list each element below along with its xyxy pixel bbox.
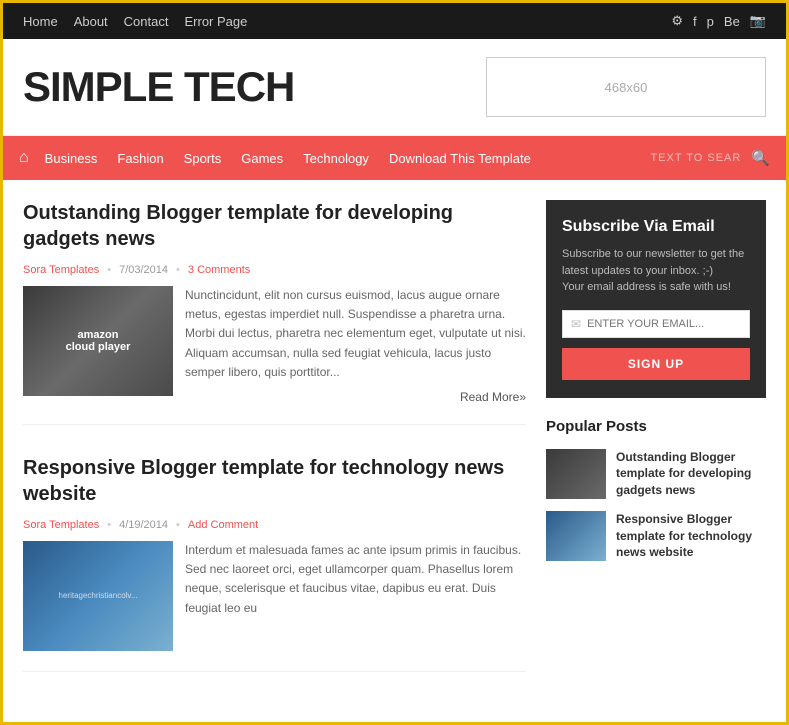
signup-button[interactable]: SIGN UP bbox=[562, 348, 750, 380]
cat-nav: ⌂ Business Fashion Sports Games Technolo… bbox=[3, 136, 786, 180]
ad-banner: 468x60 bbox=[486, 57, 766, 117]
post-1-author: Sora Templates bbox=[23, 264, 99, 276]
popular-post-1-title[interactable]: Outstanding Blogger template for develop… bbox=[616, 449, 766, 499]
popular-post-item-1: Outstanding Blogger template for develop… bbox=[546, 449, 766, 499]
nav-link-contact[interactable]: Contact bbox=[124, 14, 169, 29]
post-1-excerpt: Nunctincidunt, elit non cursus euismod, … bbox=[185, 286, 526, 382]
post-1-title: Outstanding Blogger template for develop… bbox=[23, 200, 526, 252]
home-icon[interactable]: ⌂ bbox=[19, 149, 29, 167]
cat-nav-items: Business Fashion Sports Games Technology… bbox=[45, 151, 651, 166]
nav-link-about[interactable]: About bbox=[74, 14, 108, 29]
post-1-read-more-link[interactable]: Read More» bbox=[460, 390, 526, 404]
behance-icon[interactable]: Be bbox=[724, 14, 740, 29]
post-1-meta: Sora Templates • 7/03/2014 • 3 Comments bbox=[23, 264, 526, 276]
popular-thumb-2 bbox=[546, 511, 606, 561]
popular-thumb-img-2 bbox=[546, 511, 606, 561]
cat-download[interactable]: Download This Template bbox=[389, 151, 531, 166]
pinterest-icon[interactable]: p bbox=[707, 14, 714, 29]
search-hint-text: TEXT TO SEAR bbox=[650, 152, 741, 164]
post-2-content-row: heritagechristiancolv... Interdum et mal… bbox=[23, 541, 526, 651]
popular-posts: Popular Posts Outstanding Blogger templa… bbox=[546, 418, 766, 562]
popular-post-2-title[interactable]: Responsive Blogger template for technolo… bbox=[616, 511, 766, 561]
email-field[interactable] bbox=[587, 318, 741, 330]
top-nav: Home About Contact Error Page ⚙ f p Be 📷 bbox=[3, 3, 786, 39]
cat-nav-right: TEXT TO SEAR 🔍 bbox=[650, 149, 770, 167]
post-item-1: Outstanding Blogger template for develop… bbox=[23, 200, 526, 425]
post-1-read-more: Read More» bbox=[185, 390, 526, 404]
post-2-title: Responsive Blogger template for technolo… bbox=[23, 455, 526, 507]
post-1-content-row: amazoncloud player Nunctincidunt, elit n… bbox=[23, 286, 526, 404]
post-2-comments[interactable]: Add Comment bbox=[188, 519, 258, 531]
cat-fashion[interactable]: Fashion bbox=[117, 151, 163, 166]
subscribe-title: Subscribe Via Email bbox=[562, 218, 750, 236]
nav-link-home[interactable]: Home bbox=[23, 14, 58, 29]
facebook-icon[interactable]: f bbox=[693, 14, 697, 29]
amazon-logo: amazoncloud player bbox=[66, 329, 131, 353]
instagram-icon[interactable]: 📷 bbox=[750, 13, 766, 29]
post-1-thumb-img: amazoncloud player bbox=[23, 286, 173, 396]
settings-icon[interactable]: ⚙ bbox=[671, 13, 683, 29]
post-1-date: 7/03/2014 bbox=[119, 264, 168, 276]
cat-sports[interactable]: Sports bbox=[184, 151, 222, 166]
main-container: Outstanding Blogger template for develop… bbox=[3, 180, 786, 722]
post-2-meta: Sora Templates • 4/19/2014 • Add Comment bbox=[23, 519, 526, 531]
post-2-thumb-img: heritagechristiancolv... bbox=[23, 541, 173, 651]
sidebar: Subscribe Via Email Subscribe to our new… bbox=[546, 200, 766, 702]
post-item-2: Responsive Blogger template for technolo… bbox=[23, 455, 526, 672]
envelope-icon: ✉ bbox=[571, 317, 581, 331]
post-2-author: Sora Templates bbox=[23, 519, 99, 531]
top-nav-icons: ⚙ f p Be 📷 bbox=[671, 13, 766, 29]
nav-link-error[interactable]: Error Page bbox=[184, 14, 247, 29]
post-2-date: 4/19/2014 bbox=[119, 519, 168, 531]
post-1-body: Nunctincidunt, elit non cursus euismod, … bbox=[185, 286, 526, 404]
post-2-thumb: heritagechristiancolv... bbox=[23, 541, 173, 651]
popular-post-item-2: Responsive Blogger template for technolo… bbox=[546, 511, 766, 561]
cat-technology[interactable]: Technology bbox=[303, 151, 369, 166]
top-nav-links: Home About Contact Error Page bbox=[23, 14, 247, 29]
site-title: SIMPLE TECH bbox=[23, 63, 294, 111]
popular-posts-title: Popular Posts bbox=[546, 418, 766, 435]
page-wrapper: Home About Contact Error Page ⚙ f p Be 📷… bbox=[0, 0, 789, 725]
post-2-excerpt: Interdum et malesuada fames ac ante ipsu… bbox=[185, 541, 526, 618]
post-2-body: Interdum et malesuada fames ac ante ipsu… bbox=[185, 541, 526, 651]
post-1-comments[interactable]: 3 Comments bbox=[188, 264, 250, 276]
cat-games[interactable]: Games bbox=[241, 151, 283, 166]
subscribe-box: Subscribe Via Email Subscribe to our new… bbox=[546, 200, 766, 398]
cat-business[interactable]: Business bbox=[45, 151, 98, 166]
subscribe-desc: Subscribe to our newsletter to get the l… bbox=[562, 246, 750, 296]
site-header: SIMPLE TECH 468x60 bbox=[3, 39, 786, 136]
posts-area: Outstanding Blogger template for develop… bbox=[23, 200, 526, 702]
popular-thumb-img-1 bbox=[546, 449, 606, 499]
ad-banner-text: 468x60 bbox=[605, 80, 648, 95]
popular-thumb-1 bbox=[546, 449, 606, 499]
email-input-wrap: ✉ bbox=[562, 310, 750, 338]
post-1-thumb: amazoncloud player bbox=[23, 286, 173, 396]
heritage-logo: heritagechristiancolv... bbox=[59, 591, 138, 600]
search-icon[interactable]: 🔍 bbox=[751, 149, 770, 167]
